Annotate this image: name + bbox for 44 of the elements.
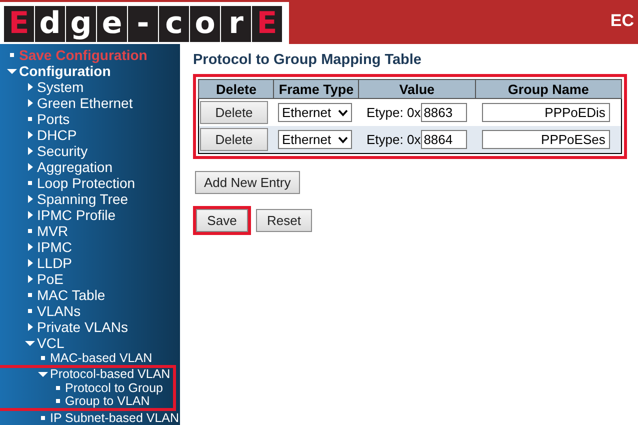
- group-name-field[interactable]: PPPoESes: [482, 130, 610, 149]
- menu-item[interactable]: PoE: [37, 271, 64, 287]
- menu-item[interactable]: Green Ethernet: [37, 95, 133, 111]
- chevron-down-icon: [338, 136, 348, 144]
- menu-item[interactable]: Protocol to Group: [65, 380, 163, 395]
- page-title: Protocol to Group Mapping Table: [193, 52, 422, 68]
- menu-item[interactable]: VLANs: [37, 303, 81, 319]
- group-name-field[interactable]: PPPoEDis: [482, 103, 610, 122]
- column-header: Delete: [198, 80, 274, 98]
- menu-item[interactable]: Group to VLAN: [65, 394, 150, 408]
- add-entry-button[interactable]: Add New Entry: [195, 171, 300, 194]
- value-prefix: Etype: 0x: [366, 105, 421, 120]
- menu-item[interactable]: Private VLANs: [37, 319, 128, 335]
- menu-item[interactable]: IPMC: [37, 239, 72, 255]
- column-header: Value: [358, 80, 476, 98]
- chevron-down-icon: [338, 108, 348, 116]
- menu-item[interactable]: VCL: [37, 335, 64, 351]
- value-prefix: Etype: 0x: [366, 132, 421, 147]
- delete-button[interactable]: Delete: [200, 128, 268, 151]
- menu-item[interactable]: Protocol-based VLAN: [50, 367, 170, 382]
- action-button[interactable]: Save: [196, 209, 248, 232]
- frame-type-dropdown[interactable]: Ethernet: [278, 103, 352, 122]
- menu-item[interactable]: Loop Protection: [37, 175, 136, 191]
- menu-item[interactable]: IP Subnet-based VLAN: [50, 410, 180, 425]
- menu-item[interactable]: Aggregation: [37, 159, 113, 175]
- header-title: EC: [610, 11, 634, 31]
- menu-item[interactable]: MVR: [37, 223, 68, 239]
- column-header: Group Name: [475, 80, 622, 98]
- menu-item[interactable]: IPMC Profile: [37, 207, 116, 223]
- frame-type-dropdown[interactable]: Ethernet: [278, 130, 352, 149]
- menu-item[interactable]: Ports: [37, 111, 70, 127]
- value-field[interactable]: 8864: [420, 130, 467, 149]
- menu-item[interactable]: Security: [37, 143, 88, 159]
- value-field[interactable]: 8863: [420, 103, 467, 122]
- column-header: Frame Type: [274, 80, 358, 98]
- delete-button[interactable]: Delete: [200, 101, 268, 124]
- menu-item[interactable]: System: [37, 79, 84, 95]
- action-button[interactable]: Reset: [256, 209, 312, 232]
- menu-item[interactable]: MAC-based VLAN: [50, 350, 152, 365]
- menu-item[interactable]: LLDP: [37, 255, 72, 271]
- menu-item[interactable]: DHCP: [37, 127, 77, 143]
- menu-item[interactable]: Spanning Tree: [37, 191, 128, 207]
- menu-item[interactable]: Configuration: [19, 63, 111, 79]
- menu-item[interactable]: MAC Table: [37, 287, 106, 303]
